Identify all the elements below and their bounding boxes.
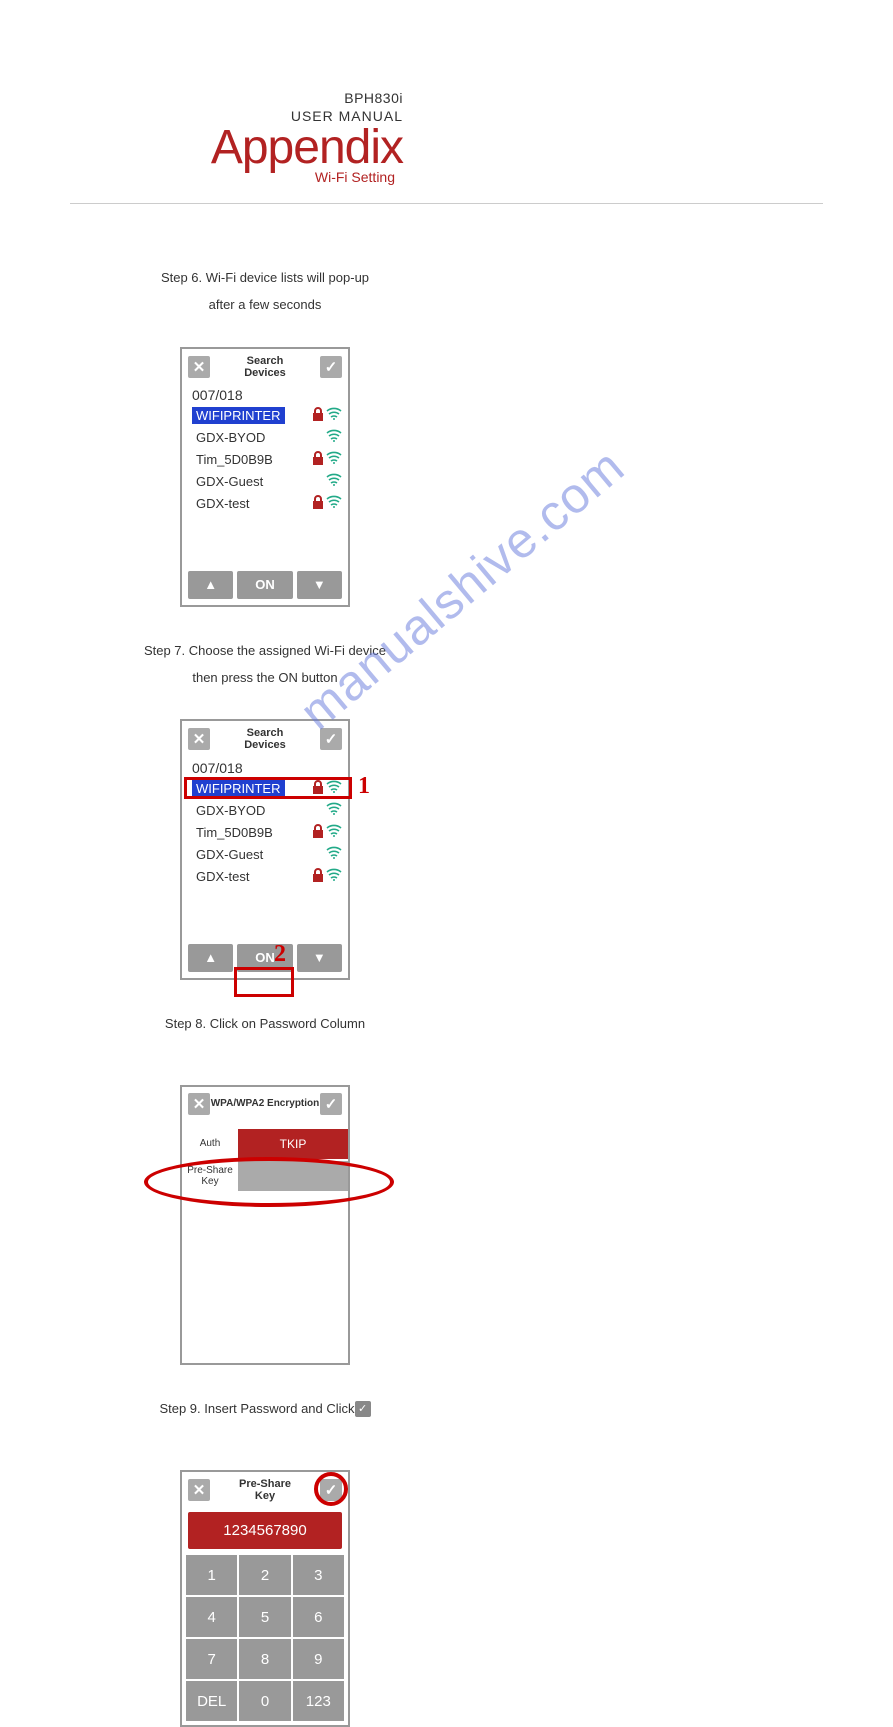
wifi-icon — [326, 429, 342, 447]
step-9-text: Step 9. Insert Password and Click✓ — [159, 1395, 370, 1422]
up-button[interactable]: ▲ — [188, 944, 233, 972]
network-name: GDX-BYOD — [192, 802, 269, 819]
step-8-text: Step 8. Click on Password Column — [165, 1010, 365, 1037]
close-icon[interactable]: ✕ — [188, 728, 210, 750]
network-row[interactable]: GDX-Guest — [182, 844, 348, 866]
panel-title: SearchDevices — [244, 727, 286, 751]
encryption-panel: ✕ WPA/WPA2 Encryption ✓ Auth TKIP Pre-Sh… — [180, 1085, 350, 1365]
network-row[interactable]: GDX-test — [182, 493, 348, 515]
wifi-icon — [326, 846, 342, 864]
network-name: Tim_5D0B9B — [192, 824, 277, 841]
search-devices-panel: ✕ SearchDevices ✓ 007/018 WIFIPRINTER GDX… — [180, 347, 350, 607]
keypad-key-6[interactable]: 6 — [293, 1597, 344, 1637]
keypad-key-7[interactable]: 7 — [186, 1639, 237, 1679]
close-icon[interactable]: ✕ — [188, 356, 210, 378]
lock-icon — [312, 451, 324, 470]
device-count: 007/018 — [182, 383, 348, 405]
wifi-icon — [326, 451, 342, 469]
close-icon[interactable]: ✕ — [188, 1093, 210, 1115]
network-row[interactable]: GDX-Guest — [182, 471, 348, 493]
model-number: BPH830i — [70, 90, 403, 106]
keypad-key-0[interactable]: 0 — [239, 1681, 290, 1721]
wifi-icon — [326, 802, 342, 820]
wifi-icon — [326, 407, 342, 425]
encryption-title: WPA/WPA2 Encryption — [211, 1098, 320, 1109]
psk-label: Pre-ShareKey — [182, 1159, 238, 1193]
network-row[interactable]: Tim_5D0B9B — [182, 822, 348, 844]
keypad-panel: ✕ Pre-ShareKey ✓ 1234567890 123 456 789 DEL… — [180, 1470, 350, 1727]
network-name: WIFIPRINTER — [192, 407, 285, 424]
auth-value[interactable]: TKIP — [238, 1129, 348, 1159]
auth-label: Auth — [182, 1132, 238, 1155]
keypad-key-5[interactable]: 5 — [239, 1597, 290, 1637]
keypad-key-del[interactable]: DEL — [186, 1681, 237, 1721]
wifi-icon — [326, 780, 342, 798]
device-count: 007/018 — [182, 756, 348, 778]
wifi-icon — [326, 868, 342, 886]
page-header: BPH830i USER MANUAL Appendix Wi-Fi Setti… — [70, 90, 823, 185]
step-6-text: Step 6. Wi-Fi device lists will pop-up a… — [161, 264, 369, 319]
down-button[interactable]: ▼ — [297, 944, 342, 972]
password-display: 1234567890 — [188, 1512, 342, 1549]
confirm-icon[interactable]: ✓ — [320, 356, 342, 378]
network-name: GDX-BYOD — [192, 429, 269, 446]
network-row[interactable]: GDX-test — [182, 866, 348, 888]
search-devices-panel-annotated: ✕ SearchDevices ✓ 007/018 WIFIPRINTER GDX… — [180, 719, 350, 979]
divider — [70, 203, 823, 204]
psk-input[interactable] — [238, 1161, 348, 1191]
wifi-icon — [326, 824, 342, 842]
lock-icon — [312, 868, 324, 887]
network-name: WIFIPRINTER — [192, 780, 285, 797]
network-name: Tim_5D0B9B — [192, 451, 277, 468]
network-name: GDX-test — [192, 495, 253, 512]
keypad-key-2[interactable]: 2 — [239, 1555, 290, 1595]
confirm-icon[interactable]: ✓ — [320, 728, 342, 750]
check-icon-inline: ✓ — [355, 1401, 371, 1417]
panel-title: SearchDevices — [244, 355, 286, 379]
lock-icon — [312, 824, 324, 843]
keypad-key-9[interactable]: 9 — [293, 1639, 344, 1679]
down-button[interactable]: ▼ — [297, 571, 342, 599]
close-icon[interactable]: ✕ — [188, 1479, 210, 1501]
keypad-key-123[interactable]: 123 — [293, 1681, 344, 1721]
network-row[interactable]: WIFIPRINTER — [182, 405, 348, 427]
callout-2: 2 — [274, 941, 286, 968]
network-name: GDX-Guest — [192, 846, 267, 863]
confirm-icon[interactable]: ✓ — [320, 1479, 342, 1501]
page-title: Appendix — [70, 120, 403, 175]
network-name: GDX-test — [192, 868, 253, 885]
network-row[interactable]: GDX-BYOD — [182, 427, 348, 449]
keypad-title: Pre-ShareKey — [239, 1478, 291, 1502]
network-row[interactable]: Tim_5D0B9B — [182, 449, 348, 471]
wifi-icon — [326, 473, 342, 491]
network-row[interactable]: GDX-BYOD — [182, 800, 348, 822]
keypad-key-8[interactable]: 8 — [239, 1639, 290, 1679]
lock-icon — [312, 495, 324, 514]
confirm-icon[interactable]: ✓ — [320, 1093, 342, 1115]
lock-icon — [312, 407, 324, 426]
network-name: GDX-Guest — [192, 473, 267, 490]
step-7-text: Step 7. Choose the assigned Wi-Fi device… — [144, 637, 386, 692]
network-row[interactable]: WIFIPRINTER — [182, 778, 348, 800]
lock-icon — [312, 780, 324, 799]
wifi-icon — [326, 495, 342, 513]
callout-1: 1 — [358, 773, 370, 800]
keypad-key-4[interactable]: 4 — [186, 1597, 237, 1637]
keypad-key-1[interactable]: 1 — [186, 1555, 237, 1595]
keypad-key-3[interactable]: 3 — [293, 1555, 344, 1595]
on-button[interactable]: ON — [237, 571, 292, 599]
up-button[interactable]: ▲ — [188, 571, 233, 599]
